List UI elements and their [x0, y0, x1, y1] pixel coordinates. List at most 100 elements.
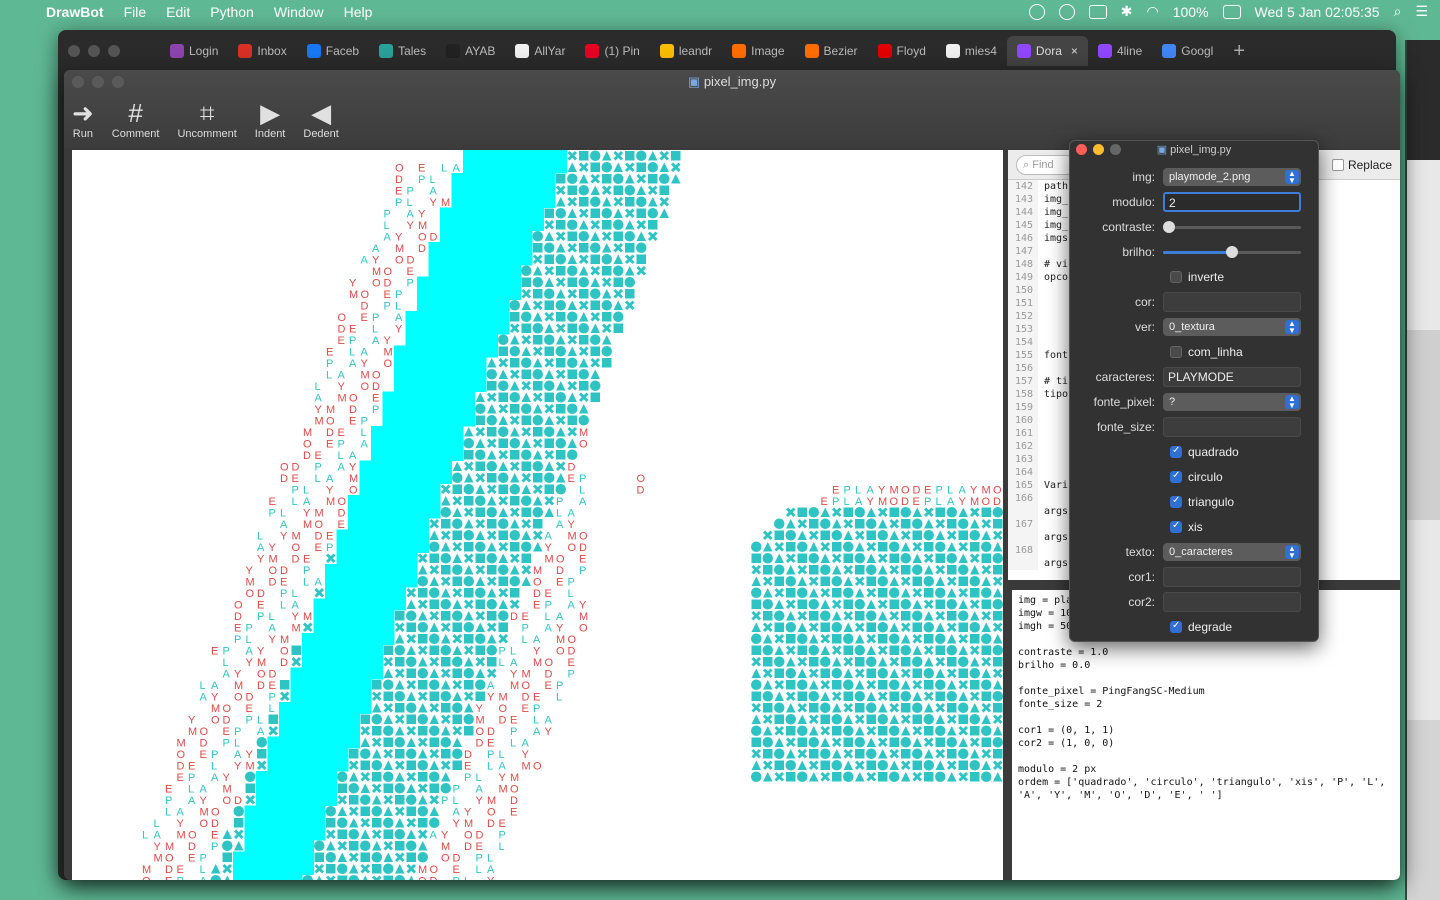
code-line[interactable]: [1044, 297, 1068, 310]
code-line[interactable]: imgs: [1044, 232, 1068, 245]
indent-button[interactable]: ▶ Indent: [255, 98, 286, 140]
code-line[interactable]: [1044, 401, 1068, 414]
checkbox-box[interactable]: [1170, 346, 1182, 358]
checkbox-box[interactable]: [1170, 495, 1182, 508]
circulo-checkbox[interactable]: circulo: [1170, 470, 1223, 484]
code-line[interactable]: [1044, 466, 1068, 479]
slider-knob[interactable]: [1226, 246, 1238, 258]
replace-checkbox[interactable]: [1331, 158, 1344, 171]
code-line[interactable]: args: [1044, 505, 1068, 518]
browser-tab[interactable]: Dora ×: [1006, 36, 1088, 66]
close-tab-icon[interactable]: ×: [1071, 44, 1078, 58]
code-line[interactable]: [1044, 414, 1068, 427]
browser-tab[interactable]: Bezier: [795, 36, 868, 66]
creative-cloud-icon[interactable]: [1028, 3, 1045, 20]
bluetooth-icon[interactable]: ✱: [1121, 3, 1133, 20]
uncomment-button[interactable]: ⌗ Uncomment: [177, 98, 236, 140]
fonte-pixel-popup[interactable]: ? ▲ ▼: [1163, 393, 1301, 411]
code-line[interactable]: Vari: [1044, 479, 1068, 492]
menu-edit[interactable]: Edit: [166, 4, 190, 20]
control-center-icon[interactable]: ☰: [1415, 3, 1428, 20]
panel-minimize-button[interactable]: [1093, 144, 1104, 155]
panel-zoom-button[interactable]: [1110, 144, 1121, 155]
clock[interactable]: Wed 5 Jan 02:05:35: [1255, 4, 1380, 20]
code-line[interactable]: [1044, 284, 1068, 297]
menu-file[interactable]: File: [124, 4, 147, 20]
checkbox-box[interactable]: [1170, 620, 1182, 633]
comment-button[interactable]: # Comment: [112, 98, 160, 140]
code-line[interactable]: args: [1044, 531, 1068, 544]
drawing-canvas[interactable]: OELADPLEPAPLYMPAYLYMAYODAMDAYODMOEYODPMO…: [72, 150, 1003, 880]
code-line[interactable]: opco: [1044, 271, 1068, 284]
browser-tab[interactable]: Inbox: [228, 36, 296, 66]
browser-tab[interactable]: Image: [722, 36, 794, 66]
browser-tab[interactable]: Tales: [369, 36, 436, 66]
code-line[interactable]: path: [1044, 180, 1068, 193]
code-line[interactable]: img_: [1044, 219, 1068, 232]
slider-knob[interactable]: [1163, 221, 1175, 233]
menu-python[interactable]: Python: [210, 4, 254, 20]
degrade-checkbox[interactable]: degrade: [1170, 620, 1232, 634]
browser-tab[interactable]: Floyd: [868, 36, 936, 66]
ver-popup[interactable]: 0_textura ▲ ▼: [1163, 318, 1301, 336]
code-line[interactable]: [1044, 245, 1068, 258]
checkbox-box[interactable]: [1170, 520, 1182, 533]
browser-tab[interactable]: mies4: [936, 36, 1007, 66]
checkbox-box[interactable]: [1170, 470, 1182, 483]
code-line[interactable]: [1044, 323, 1068, 336]
wifi-icon[interactable]: ◠: [1147, 3, 1159, 20]
xis-checkbox[interactable]: xis: [1170, 520, 1203, 534]
code-line[interactable]: [1044, 427, 1068, 440]
battery-label[interactable]: 100%: [1173, 4, 1209, 20]
code-line[interactable]: [1044, 544, 1068, 557]
code-line[interactable]: [1044, 492, 1068, 505]
zoom-dot[interactable]: [108, 45, 120, 57]
code-line[interactable]: [1044, 310, 1068, 323]
img-popup[interactable]: playmode_2.png ▲ ▼: [1163, 168, 1301, 186]
menu-help[interactable]: Help: [344, 4, 373, 20]
code-line[interactable]: [1044, 453, 1068, 466]
code-lines[interactable]: path img_ img_ img_ imgs # vi opco font # ti tipo…: [1038, 180, 1068, 570]
fonte-size-field[interactable]: [1163, 417, 1301, 437]
code-line[interactable]: # vi: [1044, 258, 1068, 271]
code-line[interactable]: img_: [1044, 193, 1068, 206]
checkbox-box[interactable]: [1170, 445, 1182, 458]
cor2-field[interactable]: [1163, 592, 1301, 612]
circle-status-icon[interactable]: [1058, 3, 1075, 20]
code-line[interactable]: [1044, 362, 1068, 375]
code-line[interactable]: tipo: [1044, 388, 1068, 401]
browser-tab[interactable]: (1) Pin: [575, 36, 649, 66]
brilho-slider[interactable]: [1163, 242, 1301, 262]
spotlight-icon[interactable]: ⌕: [1394, 3, 1402, 20]
panel-close-button[interactable]: [1076, 144, 1087, 155]
triangulo-checkbox[interactable]: triangulo: [1170, 495, 1234, 509]
code-line[interactable]: # ti: [1044, 375, 1068, 388]
caracteres-field[interactable]: PLAYMODE: [1163, 367, 1301, 387]
minimize-dot[interactable]: [88, 45, 100, 57]
browser-tab[interactable]: Login: [160, 36, 228, 66]
browser-tab[interactable]: AYAB: [436, 36, 505, 66]
code-line[interactable]: [1044, 440, 1068, 453]
quadrado-checkbox[interactable]: quadrado: [1170, 445, 1239, 459]
browser-tab[interactable]: Faceb: [297, 36, 369, 66]
browser-tab[interactable]: leandr: [650, 36, 722, 66]
replace-toggle[interactable]: Replace: [1331, 158, 1392, 172]
modulo-field[interactable]: 2: [1163, 192, 1301, 212]
code-line[interactable]: args: [1044, 557, 1068, 570]
texto-popup[interactable]: 0_caracteres ▲ ▼: [1163, 543, 1301, 561]
find-input[interactable]: ⌕ Find: [1016, 154, 1076, 175]
code-line[interactable]: img_: [1044, 206, 1068, 219]
cor1-field[interactable]: [1163, 567, 1301, 587]
battery-icon[interactable]: [1222, 4, 1241, 19]
com-linha-checkbox[interactable]: com_linha: [1170, 345, 1243, 359]
code-line[interactable]: font: [1044, 349, 1068, 362]
contraste-slider[interactable]: [1163, 217, 1301, 237]
inverte-checkbox[interactable]: inverte: [1170, 270, 1224, 284]
close-dot[interactable]: [68, 45, 80, 57]
menu-app-name[interactable]: DrawBot: [46, 4, 104, 20]
browser-tab[interactable]: 4line: [1088, 36, 1152, 66]
browser-tab[interactable]: AllYar: [505, 36, 575, 66]
calendar-icon[interactable]: [1088, 4, 1107, 19]
checkbox-box[interactable]: [1170, 271, 1182, 283]
code-line[interactable]: [1044, 336, 1068, 349]
